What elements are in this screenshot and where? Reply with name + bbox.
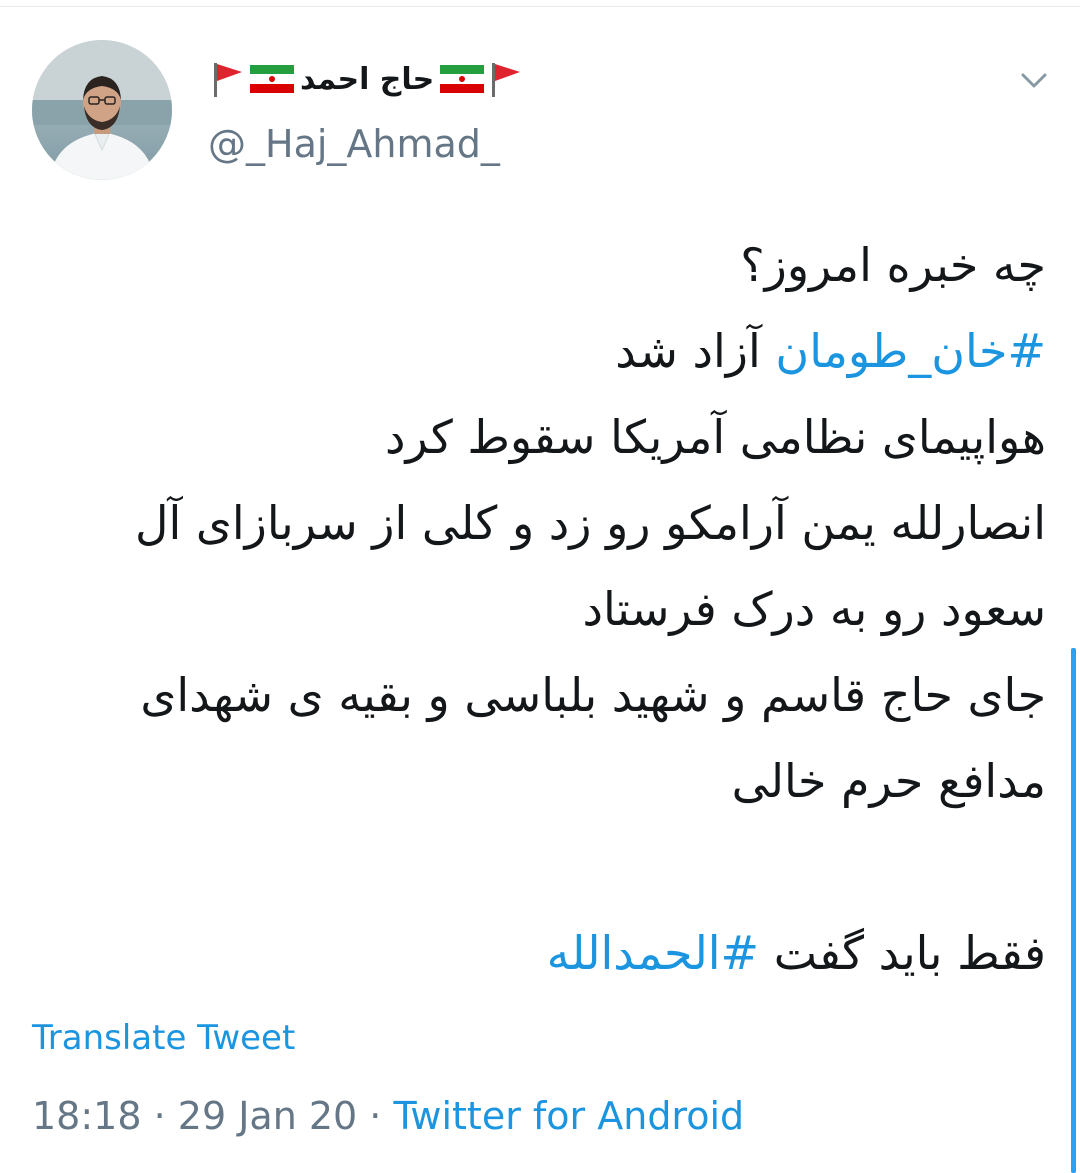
tweet-line: #خان_طومان آزاد شد [26,308,1046,394]
red-pennant-flag-icon [214,63,242,97]
chevron-down-icon[interactable] [1018,64,1050,96]
iran-flag-icon [440,65,485,93]
scrollbar[interactable] [1071,648,1076,1173]
tweet-date: 29 Jan 20 [177,1094,358,1138]
tweet-line: فقط باید گفت #الحمدالله [26,910,1046,996]
translate-tweet-link[interactable]: Translate Tweet [32,1018,295,1058]
tweet-line: مدافع حرم خالی [731,754,1046,808]
tweet-line: جای حاج قاسم و شهید بلباسی و بقیه ی شهدا… [140,668,1046,722]
tweet-source-link[interactable]: Twitter for Android [393,1094,744,1138]
tweet-line-text: آزاد شد [615,324,776,378]
tweet-time: 18:18 [32,1094,142,1138]
iran-flag-icon [250,65,294,93]
tweet-metadata: 18:18 · 29 Jan 20 · Twitter for Android [32,1094,744,1138]
author-handle[interactable]: @_Haj_Ahmad_ [208,122,500,166]
author-display-name[interactable]: حاج احمد [210,56,524,102]
display-name-text: حاج احمد [300,61,435,97]
tweet-line-text: فقط باید گفت [759,926,1046,980]
hashtag-link[interactable]: #خان_طومان [775,324,1046,378]
hashtag-link[interactable]: #الحمدالله [547,926,759,980]
avatar-photo [32,40,172,180]
tweet-line: انصارلله یمن آرامکو رو زد و کلی از سرباز… [135,496,1046,550]
meta-separator: · [357,1094,394,1138]
red-pennant-flag-icon [492,63,521,97]
tweet-text: چه خبره امروز؟ #خان_طومان آزاد شد هواپیم… [26,222,1046,996]
tweet-line: سعود رو به درک فرستاد [582,582,1046,636]
tweet-line: چه خبره امروز؟ [740,238,1046,292]
tweet-line: هواپیمای نظامی آمریکا سقوط کرد [384,410,1046,464]
meta-separator: · [141,1094,178,1138]
avatar[interactable] [32,40,172,180]
top-divider [0,6,1080,7]
